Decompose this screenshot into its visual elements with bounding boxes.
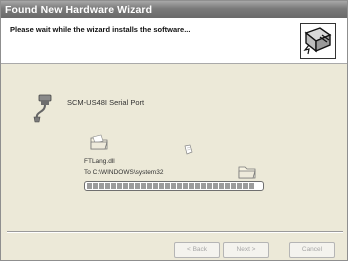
progress-block	[171, 183, 176, 189]
progress-block	[123, 183, 128, 189]
progress-block	[87, 183, 92, 189]
file-name: FTLang.dll	[84, 158, 115, 165]
progress-block	[201, 183, 206, 189]
progress-block	[219, 183, 224, 189]
window-title: Found New Hardware Wizard	[5, 4, 153, 16]
progress-block	[249, 183, 254, 189]
cancel-button[interactable]: Cancel	[289, 242, 335, 258]
wizard-hardware-icon	[300, 23, 336, 59]
progress-block	[207, 183, 212, 189]
wizard-window: Found New Hardware Wizard Please wait wh…	[0, 0, 348, 261]
divider	[7, 231, 343, 233]
progress-bar	[84, 181, 264, 191]
progress-block	[159, 183, 164, 189]
back-button[interactable]: < Back	[174, 242, 220, 258]
destination-folder-icon	[238, 166, 256, 179]
progress-block	[213, 183, 218, 189]
serial-port-icon	[33, 94, 52, 123]
progress-block	[105, 183, 110, 189]
progress-block	[165, 183, 170, 189]
progress-block	[99, 183, 104, 189]
progress-block	[153, 183, 158, 189]
wizard-header: Please wait while the wizard installs th…	[1, 18, 347, 64]
destination-path: To C:\WINDOWS\system32	[84, 169, 164, 176]
progress-block	[129, 183, 134, 189]
progress-block	[141, 183, 146, 189]
next-button[interactable]: Next >	[223, 242, 269, 258]
header-title: Please wait while the wizard installs th…	[10, 25, 191, 34]
install-content: SCM-US48I Serial Port FTLang.dll To C:\W…	[1, 65, 347, 225]
progress-block	[111, 183, 116, 189]
progress-block	[147, 183, 152, 189]
progress-block	[183, 183, 188, 189]
progress-block	[195, 183, 200, 189]
flying-document-icon	[184, 144, 193, 155]
progress-block	[93, 183, 98, 189]
progress-block	[231, 183, 236, 189]
progress-block	[135, 183, 140, 189]
progress-block	[243, 183, 248, 189]
title-bar[interactable]: Found New Hardware Wizard	[1, 1, 347, 18]
progress-block	[177, 183, 182, 189]
device-name: SCM-US48I Serial Port	[67, 98, 145, 107]
progress-block	[237, 183, 242, 189]
progress-block	[189, 183, 194, 189]
progress-block	[225, 183, 230, 189]
source-folder-icon	[90, 134, 108, 150]
progress-block	[117, 183, 122, 189]
